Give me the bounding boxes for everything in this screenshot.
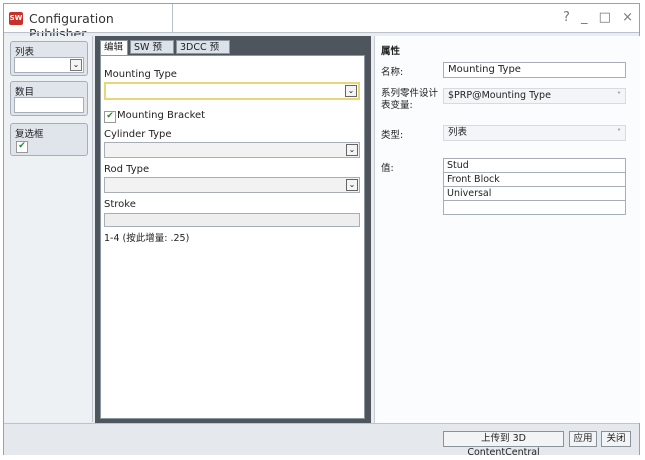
name-input[interactable]: Mounting Type: [443, 62, 626, 78]
editor-panel: 编辑 SW 预览 3DCC 预览 Mounting Type ⌄ ✔ Mount…: [95, 36, 371, 423]
list-item[interactable]: Universal: [444, 187, 625, 201]
list-item[interactable]: Front Block: [444, 173, 625, 187]
help-icon[interactable]: ?: [563, 10, 570, 25]
mounting-bracket-checkbox[interactable]: ✔: [104, 111, 116, 123]
title-divider: [4, 32, 639, 33]
configuration-publisher-window: SW Configuration Publisher ? _ □ × 列表 ⌄ …: [3, 3, 640, 458]
close-icon[interactable]: ×: [622, 10, 633, 25]
name-label: 名称:: [381, 67, 404, 78]
tab-3dcc-preview[interactable]: 3DCC 预览: [176, 40, 230, 67]
close-button[interactable]: 关闭: [601, 431, 631, 447]
properties-heading: 属性: [381, 46, 401, 57]
chevron-down-icon[interactable]: ˅: [617, 89, 621, 103]
bottom-bar: 上传到 3D ContentCentral 应用 关闭: [4, 423, 639, 458]
chevron-down-icon[interactable]: ⌄: [346, 144, 358, 156]
maximize-icon[interactable]: □: [599, 10, 611, 25]
mounting-type-label: Mounting Type: [104, 69, 177, 80]
title-tab: SW Configuration Publisher: [4, 4, 173, 41]
stroke-label: Stroke: [104, 199, 136, 210]
solidworks-app-icon: SW: [9, 12, 23, 25]
palette-checkbox[interactable]: ✔: [16, 141, 28, 153]
palette-number-control[interactable]: 数目: [10, 81, 88, 116]
list-item[interactable]: Stud: [444, 159, 625, 173]
values-label: 值:: [381, 163, 394, 174]
chevron-down-icon[interactable]: ⌄: [70, 59, 82, 71]
palette-checkbox-label: 复选框: [15, 129, 44, 140]
tab-sw-preview[interactable]: SW 预览: [130, 40, 174, 67]
chevron-down-icon[interactable]: ˅: [617, 126, 621, 140]
properties-panel: 属性 名称: Mounting Type 系列零件设计表变量: $PRP@Mou…: [374, 36, 640, 423]
rod-type-select[interactable]: ⌄: [104, 177, 360, 193]
palette-checkbox-control[interactable]: 复选框 ✔: [10, 123, 88, 156]
variable-select[interactable]: $PRP@Mounting Type ˅: [443, 88, 626, 104]
list-item[interactable]: [444, 201, 625, 214]
variable-label: 系列零件设计表变量:: [381, 88, 439, 111]
chevron-down-icon[interactable]: ⌄: [346, 179, 358, 191]
rod-type-label: Rod Type: [104, 164, 150, 175]
control-palette: 列表 ⌄ 数目 复选框 ✔: [4, 36, 93, 422]
mounting-type-select[interactable]: ⌄: [104, 82, 360, 100]
values-list[interactable]: Stud Front Block Universal: [443, 158, 626, 215]
chevron-down-icon[interactable]: ⌄: [345, 85, 357, 97]
variable-value: $PRP@Mounting Type: [448, 90, 551, 101]
cylinder-type-label: Cylinder Type: [104, 129, 172, 140]
minimize-icon[interactable]: _: [581, 10, 588, 25]
tab-edit[interactable]: 编辑: [100, 40, 128, 56]
title-bar: SW Configuration Publisher ? _ □ ×: [4, 4, 639, 41]
config-form: Mounting Type ⌄ ✔ Mounting Bracket Cylin…: [100, 55, 365, 419]
palette-number-label: 数目: [15, 87, 35, 98]
type-value: 列表: [448, 127, 468, 138]
apply-button[interactable]: 应用: [569, 431, 597, 447]
upload-button[interactable]: 上传到 3D ContentCentral: [443, 431, 564, 458]
palette-list-control[interactable]: 列表 ⌄: [10, 41, 88, 76]
type-label: 类型:: [381, 130, 404, 141]
window-controls: ? _ □ ×: [556, 10, 633, 25]
stroke-hint: 1-4 (按此增量: .25): [104, 233, 190, 244]
cylinder-type-select[interactable]: ⌄: [104, 142, 360, 158]
palette-list-select[interactable]: ⌄: [14, 57, 84, 73]
palette-list-label: 列表: [15, 47, 35, 58]
type-select[interactable]: 列表 ˅: [443, 125, 626, 141]
mounting-bracket-label: Mounting Bracket: [117, 110, 206, 121]
stroke-input[interactable]: [104, 213, 360, 227]
palette-number-field[interactable]: [14, 97, 84, 113]
